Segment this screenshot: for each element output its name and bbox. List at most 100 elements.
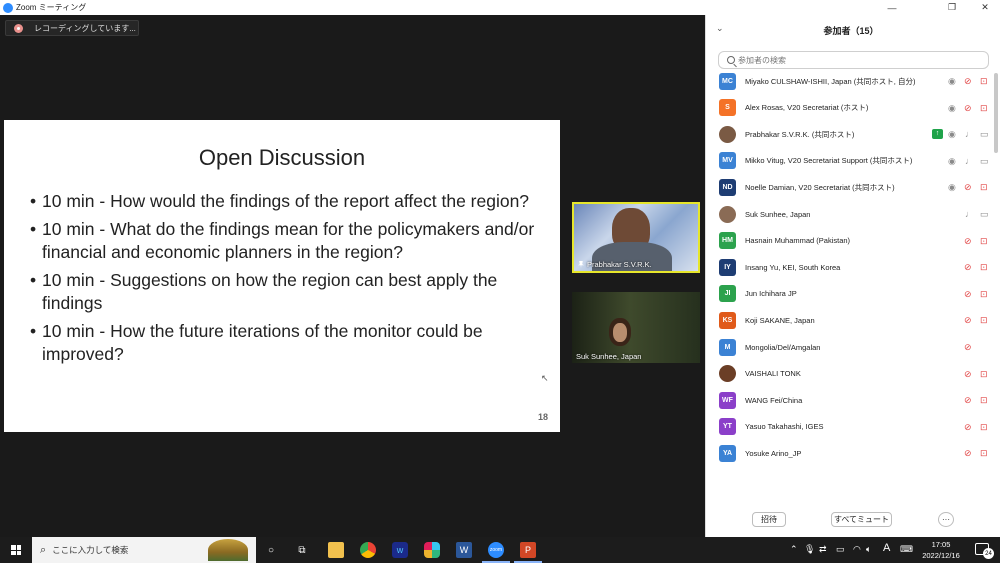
mic-icon: ♩ (965, 155, 974, 166)
avatar: HM (719, 232, 736, 250)
avatar-photo (719, 125, 736, 143)
ime-indicator[interactable]: A (883, 542, 890, 554)
search-placeholder: 参加者の検索 (738, 55, 786, 65)
video-tile[interactable]: Suk Sunhee, Japan (572, 292, 700, 363)
participant-row[interactable]: S Alex Rosas, V20 Secretariat (ホスト) ◉ ⊘ ⊡ (706, 95, 1000, 121)
panel-footer: 招待 すべてミュート ··· (706, 509, 1000, 531)
mute-all-button[interactable]: すべてミュート (831, 512, 892, 527)
webex-icon[interactable]: w (392, 542, 408, 558)
participant-name: Noelle Damian, V20 Secretariat (共同ホスト) (745, 182, 895, 192)
file-explorer-icon[interactable] (328, 542, 344, 558)
recording-indicator[interactable]: レコーディングしています... (5, 20, 139, 36)
mic-muted-icon: ⊘ (964, 368, 972, 379)
show-hidden-icons-chevron-icon[interactable]: ⌃ (790, 544, 798, 555)
participant-name: Yosuke Arino_JP (745, 448, 802, 458)
word-icon[interactable]: W (456, 542, 472, 558)
clock-time: 17:05 (931, 540, 951, 549)
participant-name: Jun Ichihara JP (745, 289, 797, 299)
mic-muted-icon: ⊘ (964, 76, 972, 86)
avatar-photo (719, 205, 736, 223)
hidden-eye-icon: ◉ (948, 129, 956, 140)
video-tile-active-speaker[interactable]: Prabhakar S.V.R.K. (572, 202, 700, 273)
mic-muted-icon: ⊘ (964, 315, 972, 326)
clock-date: 2022/12/16 (922, 551, 960, 560)
participant-row[interactable]: HM Hasnain Muhammad (Pakistan) ⊘ ⊡ (706, 228, 1000, 254)
participant-name: VAISHALI TONK (745, 369, 801, 379)
slide-page-number: 18 (537, 412, 548, 422)
close-button[interactable]: ✕ (970, 0, 1000, 15)
participant-name: Mikko Vitug, V20 Secretariat Support (共同… (745, 156, 913, 166)
taskbar-clock[interactable]: 17:05 2022/12/16 (916, 539, 966, 561)
volume-icon[interactable]: 🔈︎ (866, 544, 871, 555)
battery-icon[interactable]: ▭ (836, 544, 845, 555)
participant-row[interactable]: ND Noelle Damian, V20 Secretariat (共同ホスト)… (706, 174, 1000, 200)
avatar: IY (719, 258, 736, 276)
video-off-icon: ⊡ (980, 368, 988, 379)
participant-name: Koji SAKANE, Japan (745, 315, 815, 325)
avatar: YT (719, 418, 736, 436)
hidden-eye-icon: ◉ (948, 155, 956, 166)
participant-name: Prabhakar S.V.R.K. (共同ホスト) (745, 129, 855, 139)
taskbar-search-placeholder: ここに入力して検索 (52, 545, 129, 555)
video-off-icon: ⊡ (980, 421, 988, 432)
wifi-icon[interactable]: ◠ (853, 544, 861, 555)
avatar: S (719, 99, 736, 117)
microphone-icon[interactable]: 🎙︎ (804, 544, 815, 555)
vpn-icon[interactable]: ⇄ (819, 544, 827, 555)
hidden-eye-icon: ◉ (948, 76, 956, 86)
video-off-icon: ⊡ (980, 288, 988, 299)
powerpoint-icon[interactable]: P (520, 542, 536, 558)
participant-row[interactable]: MV Mikko Vitug, V20 Secretariat Support (… (706, 148, 1000, 174)
participant-row[interactable]: M Mongolia/Del/Amgalan ⊘ (706, 334, 1000, 360)
participant-row[interactable]: YA Yosuke Arino_JP ⊘ ⊡ (706, 440, 1000, 466)
participant-search-input[interactable]: 参加者の検索 (718, 51, 989, 69)
slack-icon[interactable] (424, 542, 440, 558)
meeting-area: レコーディングしています... Open Discussion • 10 min … (0, 15, 705, 537)
participant-name: Insang Yu, KEI, South Korea (745, 262, 841, 272)
avatar: WF (719, 391, 736, 409)
avatar: MC (719, 72, 736, 90)
video-name-label: Suk Sunhee, Japan (576, 352, 642, 361)
scrollbar[interactable] (994, 73, 998, 153)
mic-muted-icon: ⊘ (964, 448, 972, 459)
keyboard-icon[interactable]: ⌨ (900, 544, 913, 555)
search-icon (727, 56, 735, 64)
search-icon: ⌕ (40, 543, 47, 556)
participant-row[interactable]: Prabhakar S.V.R.K. (共同ホスト) ↑ ◉ ♩ ▭ (706, 121, 1000, 147)
slide-bullets: • 10 min - How would the findings of the … (30, 190, 540, 371)
slide-title: Open Discussion (198, 145, 366, 170)
zoom-logo-icon (3, 2, 13, 13)
participant-row[interactable]: YT Yasuo Takahashi, IGES ⊘ ⊡ (706, 414, 1000, 440)
participant-name: Alex Rosas, V20 Secretariat (ホスト) (745, 103, 869, 113)
mic-muted-icon: ⊘ (964, 235, 972, 246)
window-title: Zoom ミーティング (16, 3, 87, 12)
task-view-icon[interactable]: ⧉ (294, 542, 310, 558)
zoom-app-icon[interactable]: zoom (488, 542, 504, 558)
participant-name: Miyako CULSHAW-ISHII, Japan (共同ホスト, 自分) (745, 76, 916, 86)
slide-bullet: • 10 min - How would the findings of the … (30, 191, 530, 211)
invite-button[interactable]: 招待 (752, 512, 786, 527)
participant-row[interactable]: KS Koji SAKANE, Japan ⊘ ⊡ (706, 307, 1000, 333)
avatar: M (719, 338, 736, 356)
taskbar-search-box[interactable]: ⌕ ここに入力して検索 (32, 537, 256, 563)
more-options-button[interactable]: ··· (938, 512, 954, 527)
hidden-eye-icon: ◉ (948, 182, 956, 193)
participant-row[interactable]: VAISHALI TONK ⊘ ⊡ (706, 361, 1000, 387)
participant-row[interactable]: IY Insang Yu, KEI, South Korea ⊘ ⊡ (706, 254, 1000, 280)
minimize-button[interactable]: — (877, 0, 907, 15)
participant-row[interactable]: Suk Sunhee, Japan ♩ ▭ (706, 201, 1000, 227)
recording-label: レコーディングしています... (34, 23, 136, 33)
participant-row[interactable]: JI Jun Ichihara JP ⊘ ⊡ (706, 281, 1000, 307)
participant-row[interactable]: MC Miyako CULSHAW-ISHII, Japan (共同ホスト, 自分… (706, 68, 1000, 94)
participant-row[interactable]: WF WANG Fei/China ⊘ ⊡ (706, 387, 1000, 413)
avatar: JI (719, 285, 736, 303)
cortana-icon[interactable]: ○ (263, 542, 279, 558)
avatar: ND (719, 178, 736, 196)
chrome-icon[interactable] (360, 542, 376, 558)
notification-center-icon[interactable]: 24 (975, 543, 994, 559)
windows-start-icon[interactable] (11, 545, 21, 555)
maximize-button[interactable]: ❐ (937, 0, 967, 15)
video-off-icon: ⊡ (980, 182, 988, 193)
avatar: KS (719, 311, 736, 329)
participant-name: Mongolia/Del/Amgalan (745, 342, 821, 352)
